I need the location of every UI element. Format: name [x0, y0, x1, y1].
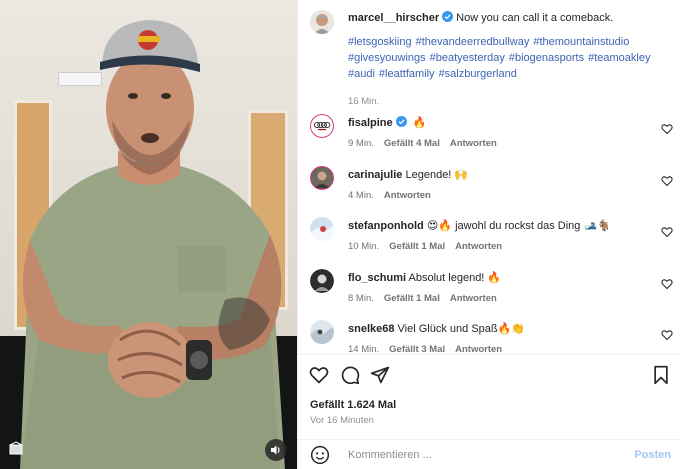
avatar-photo: [310, 165, 334, 190]
commenter-username[interactable]: carinajulie: [348, 169, 402, 181]
caption-timestamp: 16 Min.: [348, 96, 380, 107]
share-icon[interactable]: [370, 365, 390, 385]
heart-icon[interactable]: [309, 365, 329, 385]
post-video[interactable]: [0, 0, 297, 469]
emoji-icon[interactable]: [310, 445, 330, 465]
comment-text: Viel Glück und Spaß🔥👏: [397, 323, 526, 335]
comment-likes-link[interactable]: Gefällt 1 Mal: [384, 293, 440, 304]
bookmark-icon[interactable]: [651, 365, 671, 385]
volume-icon: [271, 445, 280, 455]
person-illustration: [20, 20, 285, 469]
hashtag-list: #letsgoskiing #thevandeerredbullway #themo…: [348, 34, 654, 82]
comment-time: 9 Min.: [348, 138, 374, 149]
commenter-avatar[interactable]: [310, 114, 334, 138]
verified-badge-icon: [395, 116, 407, 127]
post-age: Vor 16 Minuten: [310, 415, 374, 426]
heart-icon[interactable]: [661, 123, 673, 135]
comment-likes-link[interactable]: Gefällt 1 Mal: [389, 241, 445, 252]
reply-button[interactable]: Antworten: [455, 241, 502, 252]
avatar-photo: [310, 320, 334, 344]
post-caption: marcel__hirscher Now you can call it a co…: [298, 0, 680, 110]
comment-icon[interactable]: [340, 365, 360, 385]
heart-icon[interactable]: [661, 226, 673, 238]
comment-item: flo_schumi Absolut legend! 🔥 8 Min. Gefäl…: [298, 265, 680, 317]
hashtag-link[interactable]: #thevandeerredbullway: [416, 36, 530, 48]
hashtag-link[interactable]: #biogenasports: [509, 52, 584, 64]
post-actions: Gefällt 1.624 Mal Vor 16 Minuten Posten: [298, 354, 680, 469]
heart-icon[interactable]: [661, 175, 673, 187]
reply-button[interactable]: Antworten: [384, 190, 431, 201]
comment-input[interactable]: [348, 449, 618, 461]
avatar-photo: [310, 217, 334, 241]
commenter-username[interactable]: fisalpine: [348, 117, 393, 129]
heart-icon[interactable]: [661, 329, 673, 341]
comment-item: stefanponhold 😍🔥 jawohl du rockst das Di…: [298, 213, 680, 265]
comment-text: Absolut legend! 🔥: [408, 271, 502, 284]
hashtag-link[interactable]: #leattfamily: [379, 68, 435, 80]
sound-toggle-button[interactable]: [265, 439, 287, 461]
commenter-avatar[interactable]: [310, 320, 334, 344]
comment-list: fisalpine 🔥 9 Min. Gefällt 4 Mal Antworten…: [298, 110, 680, 368]
like-count[interactable]: Gefällt 1.624 Mal: [310, 399, 396, 411]
caption-text: Now you can call it a comeback.: [456, 12, 614, 24]
box-icon: [9, 441, 23, 455]
author-avatar[interactable]: [310, 10, 334, 34]
post-dialog: marcel__hirscher Now you can call it a co…: [0, 0, 680, 469]
heart-icon[interactable]: [661, 278, 673, 290]
comment-time: 10 Min.: [348, 241, 380, 252]
comment-likes-link[interactable]: Gefällt 4 Mal: [384, 138, 440, 149]
commenter-avatar[interactable]: [310, 165, 334, 190]
hashtag-link[interactable]: #salzburgerland: [439, 68, 517, 80]
hashtag-link[interactable]: #givesyouwings: [348, 52, 426, 64]
comment-composer: Posten: [298, 439, 680, 469]
avatar-photo: [310, 268, 334, 293]
post-comment-button[interactable]: Posten: [634, 449, 671, 461]
comment-time: 8 Min.: [348, 292, 374, 304]
commenter-avatar[interactable]: [310, 217, 334, 241]
comment-time: 4 Min.: [348, 189, 374, 201]
hashtag-link[interactable]: #themountainstudio: [533, 36, 629, 48]
action-bar: [298, 355, 680, 395]
reply-button[interactable]: Antworten: [450, 138, 497, 149]
hashtag-link[interactable]: #audi: [348, 68, 375, 80]
comment-text: 😍🔥 jawohl du rockst das Ding 🎿🐐: [426, 220, 611, 232]
comment-item: carinajulie Legende! 🙌 4 Min. Antworten: [298, 162, 680, 214]
commenter-username[interactable]: flo_schumi: [348, 272, 406, 284]
comment-item: fisalpine 🔥 9 Min. Gefällt 4 Mal Antworten: [298, 110, 680, 162]
avatar-photo: [310, 10, 334, 34]
commenter-avatar[interactable]: [310, 268, 334, 293]
hashtag-link[interactable]: #beatyesterday: [430, 52, 505, 64]
commenter-username[interactable]: snelke68: [348, 323, 394, 335]
author-username[interactable]: marcel__hirscher: [348, 12, 439, 24]
reply-button[interactable]: Antworten: [450, 293, 497, 304]
comments-panel: marcel__hirscher Now you can call it a co…: [297, 0, 680, 469]
commenter-username[interactable]: stefanponhold: [348, 220, 424, 232]
comment-text: 🔥: [412, 117, 427, 129]
audi-logo-avatar: [310, 114, 334, 138]
comment-text: Legende! 🙌: [405, 168, 469, 181]
verified-badge-icon: [442, 11, 454, 22]
hashtag-link[interactable]: #letsgoskiing: [348, 36, 412, 48]
hashtag-link[interactable]: #teamoakley: [588, 52, 650, 64]
